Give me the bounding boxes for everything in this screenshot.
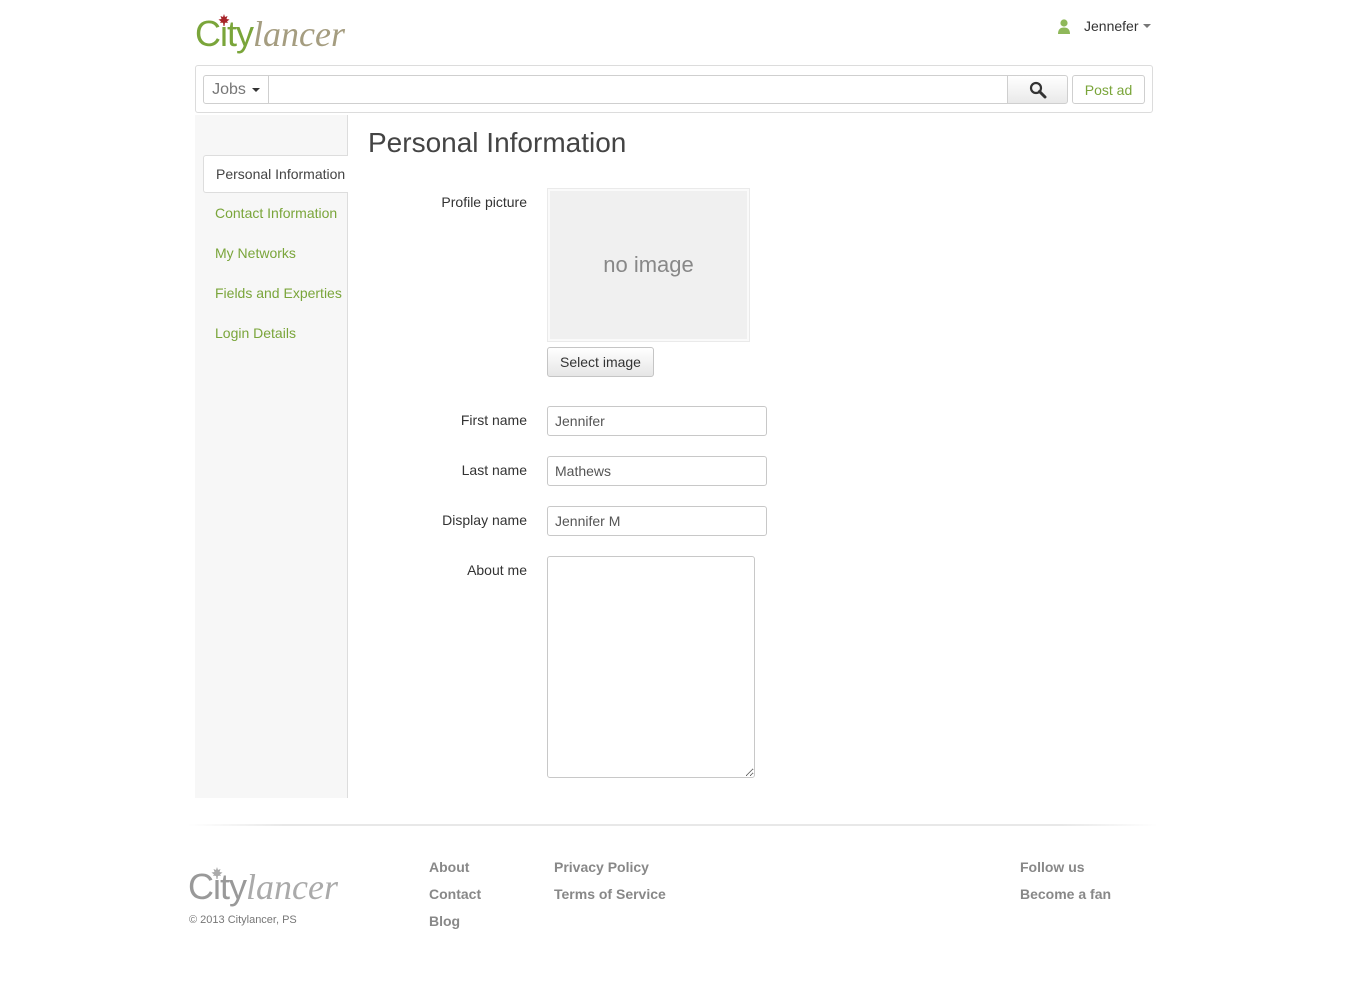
citylancer-logo[interactable]: Citylancer: [195, 12, 345, 56]
no-image-text: no image: [603, 252, 694, 277]
user-icon: [1058, 18, 1070, 34]
sidebar-item-login-details[interactable]: Login Details: [215, 323, 296, 343]
select-image-button[interactable]: Select image: [547, 347, 654, 377]
category-dropdown[interactable]: Jobs: [203, 75, 269, 104]
profile-picture-label: Profile picture: [441, 194, 527, 210]
sidebar-item-contact-information[interactable]: Contact Information: [215, 203, 337, 223]
user-menu[interactable]: Jennefer: [1058, 15, 1152, 37]
footer-link-about[interactable]: About: [429, 857, 469, 877]
footer-link-follow-us[interactable]: Follow us: [1020, 857, 1085, 877]
display-name-label: Display name: [442, 512, 527, 528]
sidebar-item-fields-and-experties[interactable]: Fields and Experties: [215, 283, 342, 303]
last-name-field[interactable]: [547, 456, 767, 486]
footer-logo[interactable]: Citylancer: [188, 865, 338, 909]
search-button[interactable]: [1007, 75, 1068, 104]
footer-leaf-icon: [211, 867, 223, 879]
footer-link-privacy-policy[interactable]: Privacy Policy: [554, 857, 649, 877]
first-name-field[interactable]: [547, 406, 767, 436]
copyright-text: © 2013 Citylancer, PS: [189, 914, 297, 926]
footer-link-become-a-fan[interactable]: Become a fan: [1020, 884, 1111, 904]
search-icon: [1029, 81, 1046, 98]
footer-link-blog[interactable]: Blog: [429, 911, 460, 931]
logo-lancer-text: lancer: [253, 14, 345, 54]
user-name: Jennefer: [1084, 18, 1139, 34]
sidebar-item-label: Personal Information: [216, 166, 346, 182]
display-name-field[interactable]: [547, 506, 767, 536]
caret-down-icon: [251, 87, 260, 92]
about-me-label: About me: [467, 562, 527, 578]
footer-divider: [188, 824, 1158, 826]
footer-link-contact[interactable]: Contact: [429, 884, 481, 904]
page-title: Personal Information: [368, 127, 627, 158]
sidebar-item-personal-information[interactable]: Personal Information: [203, 155, 348, 193]
about-me-textarea[interactable]: [547, 556, 755, 778]
footer-link-terms-of-service[interactable]: Terms of Service: [554, 884, 666, 904]
first-name-label: First name: [460, 412, 527, 428]
profile-picture-placeholder: no image: [547, 188, 750, 342]
category-dropdown-label: Jobs: [212, 80, 246, 98]
chevron-down-icon: [1143, 24, 1152, 28]
search-input[interactable]: [269, 75, 1008, 104]
footer-logo-lancer-text: lancer: [246, 867, 338, 907]
sidebar-item-my-networks[interactable]: My Networks: [215, 243, 296, 263]
maple-leaf-icon: [218, 14, 230, 26]
last-name-label: Last name: [461, 462, 527, 478]
post-ad-button[interactable]: Post ad: [1072, 75, 1145, 104]
